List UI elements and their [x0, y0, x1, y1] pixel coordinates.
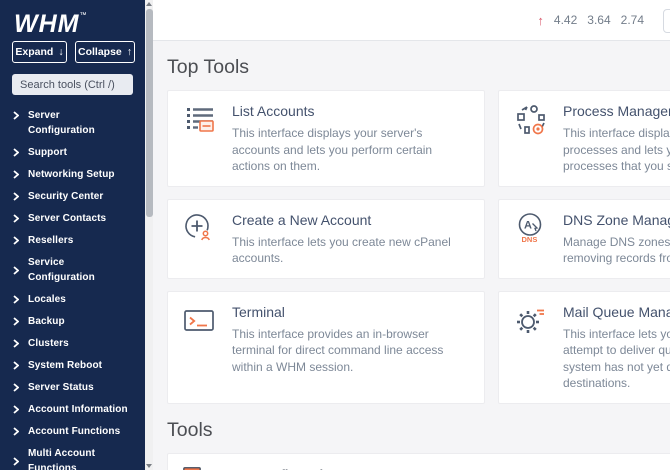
- topbar: ↑ 4.42 3.64 2.74: [153, 0, 670, 41]
- sidebar-item-clusters[interactable]: Clusters: [0, 332, 145, 354]
- sidebar: WHM™ Expand ↓ Collapse ↑ Server Configur…: [0, 0, 145, 470]
- chevron-right-icon: [13, 457, 19, 466]
- card-description: This interface provides an in-browser te…: [232, 326, 470, 376]
- card-title[interactable]: List Accounts: [232, 103, 470, 119]
- sidebar-scrollbar[interactable]: [145, 0, 153, 470]
- sidebar-item-support[interactable]: Support: [0, 141, 145, 163]
- chevron-right-icon: [13, 236, 19, 245]
- chevron-right-icon: [13, 339, 19, 348]
- svg-text:DNS: DNS: [522, 235, 538, 244]
- card-title[interactable]: Terminal: [232, 304, 470, 320]
- tools-group-header: Server Configuration: [168, 454, 670, 470]
- collapse-button[interactable]: Collapse ↑: [75, 41, 135, 63]
- sidebar-item-account-information[interactable]: Account Information: [0, 398, 145, 420]
- list-accounts-icon: [182, 102, 218, 175]
- main-area: ↑ 4.42 3.64 2.74 Top Tools: [153, 0, 670, 470]
- card-description: This interface lets you create new cPane…: [232, 234, 470, 267]
- card-title[interactable]: Process Manager: [563, 103, 670, 119]
- whm-logo-text: WHM: [14, 10, 79, 38]
- dns-zone-manager-icon: A DNS: [513, 211, 549, 267]
- chevron-right-icon: [13, 405, 19, 414]
- tools-heading: Tools: [167, 419, 670, 442]
- chevron-right-icon: [13, 266, 19, 275]
- mail-queue-manager-icon: [513, 303, 549, 392]
- server-configuration-icon: [182, 465, 202, 470]
- create-new-account-icon: [182, 211, 218, 267]
- sidebar-nav: Server Configuration Support Networking …: [0, 104, 145, 470]
- sidebar-item-multi-account-functions[interactable]: Multi Account Functions: [0, 442, 145, 470]
- process-manager-icon: [513, 102, 549, 175]
- load-average-indicator: ↑ 4.42 3.64 2.74: [537, 0, 644, 40]
- sidebar-item-security-center[interactable]: Security Center: [0, 185, 145, 207]
- sidebar-item-locales[interactable]: Locales: [0, 288, 145, 310]
- chevron-right-icon: [13, 192, 19, 201]
- chevron-right-icon: [13, 361, 19, 370]
- sidebar-item-service-configuration[interactable]: Service Configuration: [0, 251, 145, 288]
- load-up-arrow-icon: ↑: [537, 13, 544, 28]
- card-description: This interface lets you view, delete, an…: [563, 326, 670, 392]
- card-description: This interface displays your server's pr…: [563, 125, 670, 175]
- search-tools-input[interactable]: [12, 74, 133, 95]
- card-create-new-account[interactable]: Create a New Account This interface lets…: [167, 199, 485, 279]
- card-description: Manage DNS zones, including adding and r…: [563, 234, 670, 267]
- trademark-symbol: ™: [79, 12, 86, 19]
- arrow-down-icon: ↓: [58, 46, 63, 58]
- top-tools-grid: List Accounts This interface displays yo…: [167, 90, 670, 404]
- card-title[interactable]: Mail Queue Manager: [563, 304, 670, 320]
- chevron-right-icon: [13, 383, 19, 392]
- clipped-topbar-button[interactable]: [663, 9, 670, 33]
- chevron-right-icon: [13, 427, 19, 436]
- sidebar-item-system-reboot[interactable]: System Reboot: [0, 354, 145, 376]
- card-description: This interface displays your server's ac…: [232, 125, 470, 175]
- content: Top Tools: [153, 56, 670, 470]
- chevron-right-icon: [13, 214, 19, 223]
- terminal-icon: [182, 303, 218, 392]
- expand-button[interactable]: Expand ↓: [12, 41, 67, 63]
- load-average-2: 3.64: [587, 13, 610, 27]
- card-mail-queue-manager[interactable]: Mail Queue Manager This interface lets y…: [498, 291, 670, 404]
- card-process-manager[interactable]: Process Manager This interface displays …: [498, 90, 670, 187]
- load-average-3: 2.74: [621, 13, 644, 27]
- card-dns-zone-manager[interactable]: A DNS DNS Zone Manager Manage DNS zones,…: [498, 199, 670, 279]
- chevron-right-icon: [13, 170, 19, 179]
- sidebar-item-networking-setup[interactable]: Networking Setup: [0, 163, 145, 185]
- card-terminal[interactable]: Terminal This interface provides an in-b…: [167, 291, 485, 404]
- chevron-right-icon: [13, 111, 19, 120]
- load-average-1: 4.42: [554, 13, 577, 27]
- card-title[interactable]: Create a New Account: [232, 212, 470, 228]
- sidebar-item-server-configuration[interactable]: Server Configuration: [0, 104, 145, 141]
- card-title[interactable]: DNS Zone Manager: [563, 212, 670, 228]
- svg-text:A: A: [524, 219, 532, 231]
- sidebar-search: [12, 74, 133, 95]
- sidebar-item-backup[interactable]: Backup: [0, 310, 145, 332]
- sidebar-item-server-status[interactable]: Server Status: [0, 376, 145, 398]
- chevron-right-icon: [13, 317, 19, 326]
- scrollbar-down-arrow-icon[interactable]: [146, 464, 152, 468]
- arrow-up-icon: ↑: [127, 46, 132, 58]
- sidebar-item-resellers[interactable]: Resellers: [0, 229, 145, 251]
- chevron-right-icon: [13, 148, 19, 157]
- tools-panel: Server Configuration whm Basic WebHost M…: [167, 453, 670, 470]
- sidebar-item-server-contacts[interactable]: Server Contacts: [0, 207, 145, 229]
- scrollbar-thumb[interactable]: [146, 9, 153, 217]
- top-tools-heading: Top Tools: [167, 56, 670, 79]
- whm-logo[interactable]: WHM™: [0, 0, 145, 32]
- card-list-accounts[interactable]: List Accounts This interface displays yo…: [167, 90, 485, 187]
- scrollbar-up-arrow-icon[interactable]: [146, 2, 152, 6]
- sidebar-item-account-functions[interactable]: Account Functions: [0, 420, 145, 442]
- chevron-right-icon: [13, 295, 19, 304]
